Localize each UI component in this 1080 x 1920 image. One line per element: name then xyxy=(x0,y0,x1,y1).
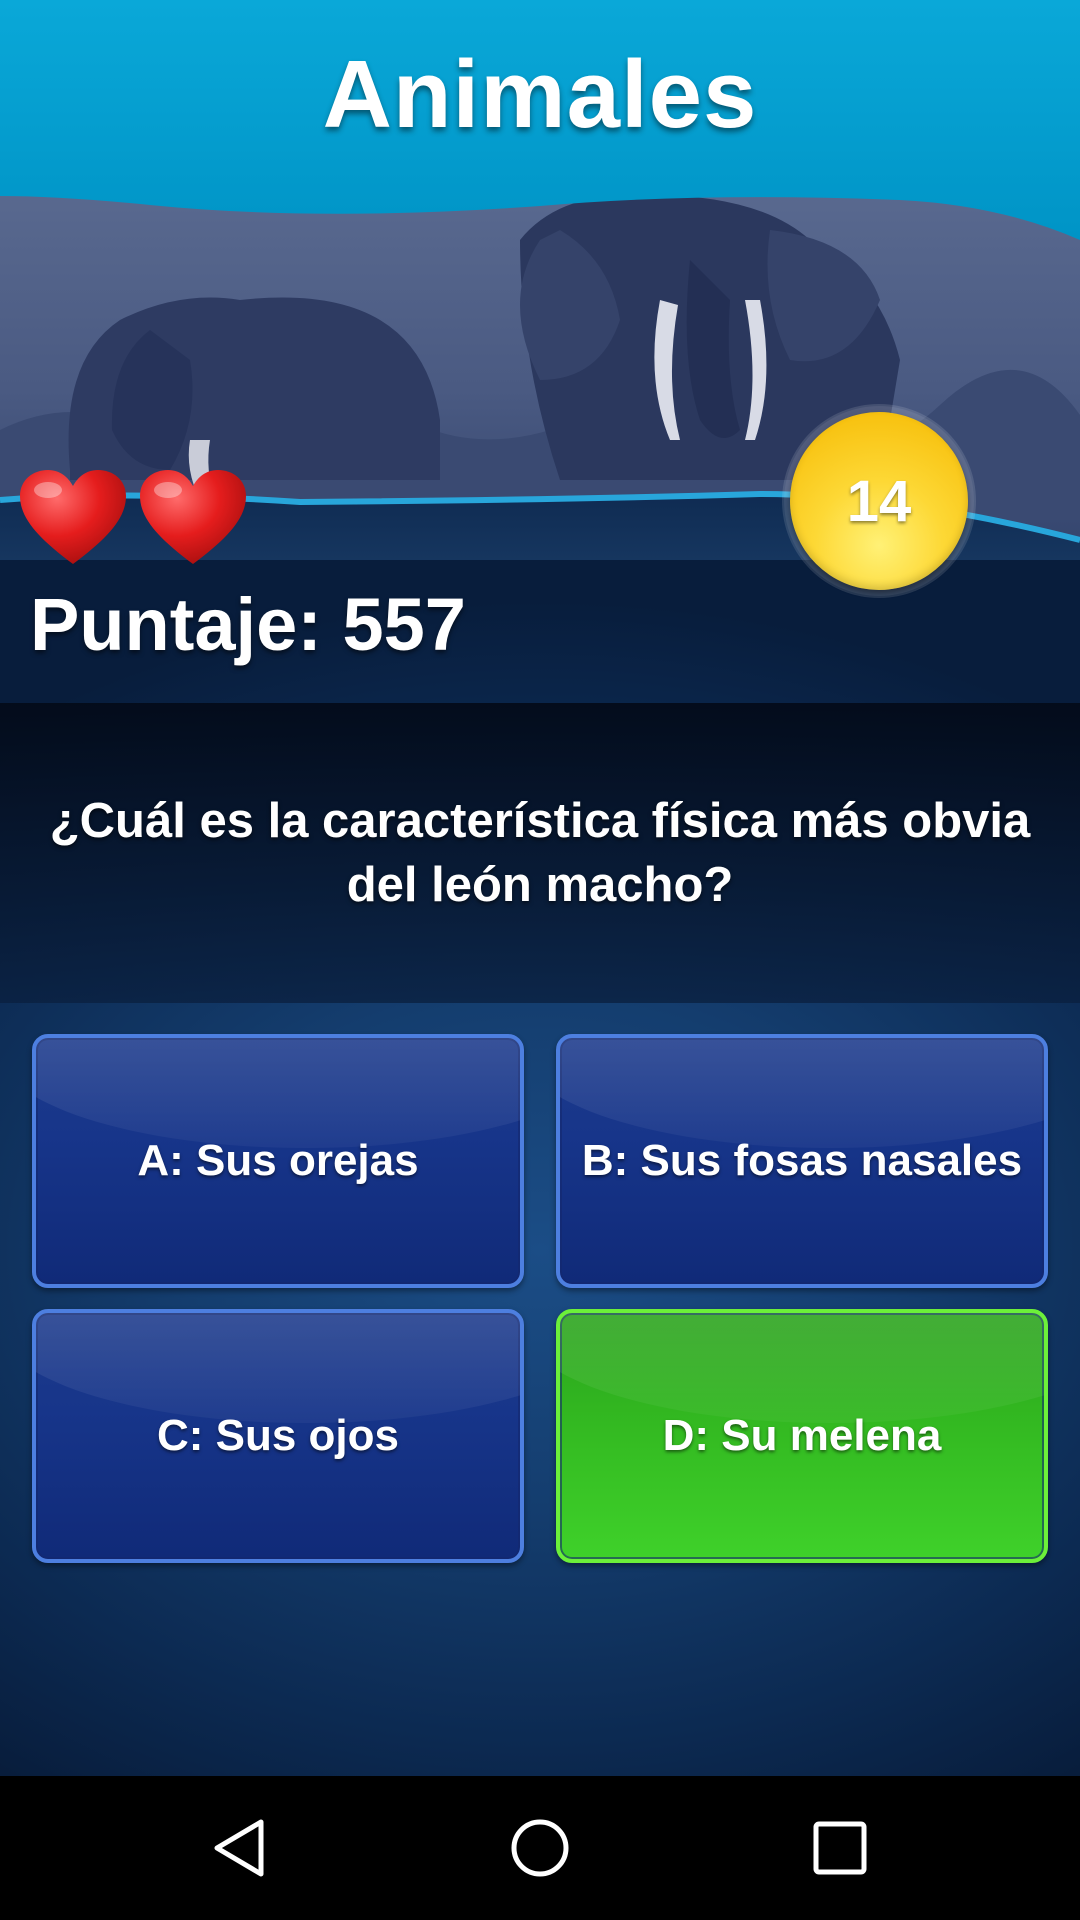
game-screen: Animales 14 Puntaje: 557 ¿Cuál es la car… xyxy=(0,0,1080,1920)
answer-label: A: Sus orejas xyxy=(137,1136,419,1185)
android-nav-bar xyxy=(0,1776,1080,1920)
answer-label: C: Sus ojos xyxy=(156,1411,400,1460)
countdown-timer: 14 xyxy=(784,406,974,596)
answer-button-b[interactable]: B: Sus fosas nasales xyxy=(556,1034,1048,1288)
answer-label: B: Sus fosas nasales xyxy=(581,1136,1023,1185)
answer-button-c[interactable]: C: Sus ojos xyxy=(32,1309,524,1563)
recents-square-icon[interactable] xyxy=(804,1812,876,1884)
home-circle-icon[interactable] xyxy=(504,1812,576,1884)
answer-button-d[interactable]: D: Su melena xyxy=(556,1309,1048,1563)
heart-icon xyxy=(140,470,246,564)
question-text: ¿Cuál es la característica física más ob… xyxy=(49,794,1031,912)
question-panel: ¿Cuál es la característica física más ob… xyxy=(0,703,1080,1003)
category-title: Animales xyxy=(322,41,758,148)
timer-value: 14 xyxy=(790,412,968,590)
answer-label: D: Su melena xyxy=(662,1411,942,1460)
back-triangle-icon[interactable] xyxy=(205,1812,277,1884)
answer-button-a[interactable]: A: Sus orejas xyxy=(32,1034,524,1288)
score-label: Puntaje: 557 xyxy=(30,583,466,666)
heart-icon xyxy=(20,470,126,564)
